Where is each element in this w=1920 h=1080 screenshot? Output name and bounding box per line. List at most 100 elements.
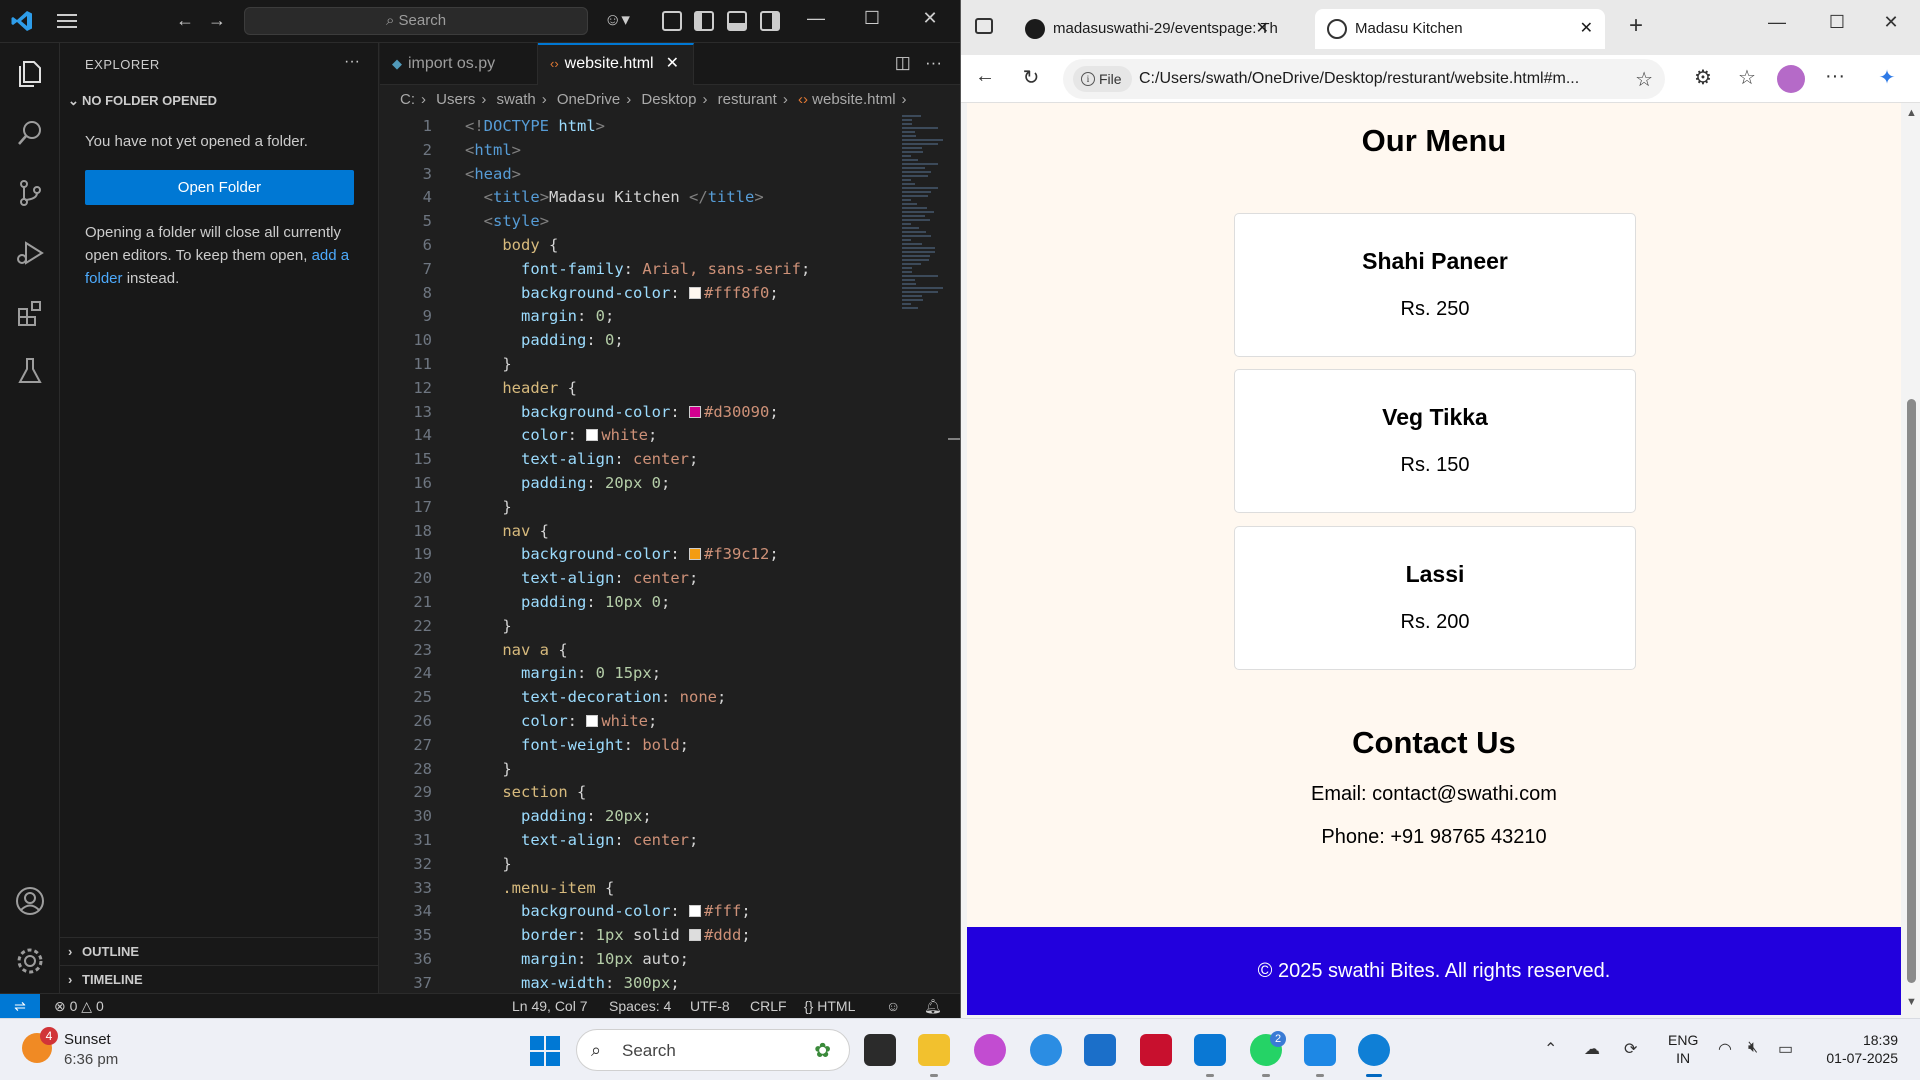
mcafee-icon[interactable]: [1140, 1034, 1172, 1066]
tab-close-icon[interactable]: ✕: [666, 55, 679, 72]
code-line[interactable]: 5 <style>: [380, 210, 900, 234]
code-line[interactable]: 7 font-family: Arial, sans-serif;: [380, 258, 900, 282]
battery-icon[interactable]: ▭: [1778, 1039, 1793, 1059]
maximize-icon[interactable]: ☐: [1825, 12, 1849, 33]
code-line[interactable]: 35 border: 1px solid #ddd;: [380, 924, 900, 948]
code-line[interactable]: 11 }: [380, 353, 900, 377]
code-line[interactable]: 16 padding: 20px 0;: [380, 472, 900, 496]
maximize-icon[interactable]: ☐: [860, 8, 884, 29]
tab-close-icon[interactable]: ✕: [1256, 9, 1269, 49]
extensions-icon[interactable]: [14, 297, 46, 329]
color-swatch[interactable]: [586, 429, 599, 442]
language-mode[interactable]: {} HTML: [804, 998, 855, 1014]
minimize-icon[interactable]: —: [1765, 12, 1789, 33]
scrollbar-thumb[interactable]: [1907, 399, 1916, 983]
copilot-icon[interactable]: ✦: [1873, 65, 1901, 90]
tab-github[interactable]: madasuswathi-29/eventspage: Th ✕: [1013, 9, 1281, 49]
customize-layout-icon[interactable]: [662, 11, 682, 31]
explorer-icon[interactable]: [14, 57, 46, 89]
toggle-secondary-sidebar-icon[interactable]: [760, 11, 780, 31]
site-info-chip[interactable]: File: [1073, 66, 1132, 92]
minimize-icon[interactable]: —: [804, 8, 828, 29]
code-line[interactable]: 29 section {: [380, 781, 900, 805]
onedrive-cloud-icon[interactable]: ☁: [1584, 1039, 1600, 1059]
code-line[interactable]: 14 color: white;: [380, 424, 900, 448]
tab-actions-icon[interactable]: [975, 18, 993, 34]
code-line[interactable]: 17 }: [380, 496, 900, 520]
code-line[interactable]: 1 <!DOCTYPE html>: [380, 115, 900, 139]
code-editor[interactable]: 1 <!DOCTYPE html> 2 <html> 3 <head> 4 <title>M…: [380, 115, 900, 991]
encoding[interactable]: UTF-8: [690, 998, 730, 1014]
open-folder-button[interactable]: Open Folder: [85, 170, 354, 205]
line-ending[interactable]: CRLF: [750, 998, 787, 1014]
code-line[interactable]: 6 body {: [380, 234, 900, 258]
code-line[interactable]: 32 }: [380, 853, 900, 877]
copilot-status-icon[interactable]: ☺: [886, 998, 900, 1014]
favorite-star-icon[interactable]: ☆: [1635, 67, 1653, 92]
indentation[interactable]: Spaces: 4: [609, 998, 671, 1014]
language-indicator[interactable]: ENG IN: [1668, 1031, 1698, 1067]
split-editor-icon[interactable]: ◫: [895, 53, 911, 72]
outline-section-header[interactable]: › OUTLINE: [68, 944, 139, 959]
code-line[interactable]: 22 }: [380, 615, 900, 639]
close-icon[interactable]: ✕: [1879, 12, 1903, 33]
notifications-bell-icon[interactable]: 🔔︎: [924, 998, 942, 1015]
breadcrumb-item[interactable]: Desktop: [641, 91, 696, 108]
no-folder-section-header[interactable]: ⌄ NO FOLDER OPENED: [68, 93, 217, 109]
more-actions-icon[interactable]: ···: [344, 53, 360, 71]
profile-avatar[interactable]: [1777, 65, 1805, 93]
code-line[interactable]: 9 margin: 0;: [380, 305, 900, 329]
favorites-icon[interactable]: ☆: [1733, 65, 1761, 90]
code-line[interactable]: 36 margin: 10px auto;: [380, 948, 900, 972]
code-line[interactable]: 27 font-weight: bold;: [380, 734, 900, 758]
toggle-primary-sidebar-icon[interactable]: [694, 11, 714, 31]
source-control-icon[interactable]: [14, 177, 46, 209]
code-line[interactable]: 10 padding: 0;: [380, 329, 900, 353]
edge-browser-icon[interactable]: [1358, 1034, 1390, 1077]
notepad-icon[interactable]: [1304, 1034, 1336, 1077]
code-line[interactable]: 19 background-color: #f39c12;: [380, 543, 900, 567]
code-line[interactable]: 15 text-align: center;: [380, 448, 900, 472]
code-line[interactable]: 34 background-color: #fff;: [380, 900, 900, 924]
sync-icon[interactable]: ⟳: [1624, 1039, 1637, 1059]
code-line[interactable]: 8 background-color: #fff8f0;: [380, 282, 900, 306]
breadcrumb-item[interactable]: website.html: [812, 91, 895, 108]
breadcrumb-item[interactable]: resturant: [718, 91, 777, 108]
code-line[interactable]: 4 <title>Madasu Kitchen </title>: [380, 186, 900, 210]
vscode-taskbar-icon[interactable]: [1194, 1034, 1226, 1077]
minimap[interactable]: [902, 115, 948, 315]
system-clock[interactable]: 18:39 01-07-2025: [1818, 1031, 1898, 1067]
breadcrumb-item[interactable]: C:: [400, 91, 415, 108]
code-line[interactable]: 37 max-width: 300px;: [380, 972, 900, 991]
forward-arrow-icon[interactable]: →: [208, 10, 226, 31]
color-swatch[interactable]: [586, 714, 599, 727]
color-swatch[interactable]: [689, 929, 701, 942]
microsoft-store-icon[interactable]: [1084, 1034, 1116, 1066]
code-line[interactable]: 18 nav {: [380, 520, 900, 544]
show-hidden-icons-chevron-icon[interactable]: ⌃: [1544, 1039, 1557, 1059]
code-line[interactable]: 26 color: white;: [380, 710, 900, 734]
breadcrumb-item[interactable]: OneDrive: [557, 91, 620, 108]
url-text[interactable]: C:/Users/swath/OneDrive/Desktop/resturan…: [1139, 59, 1629, 99]
run-debug-icon[interactable]: [14, 237, 46, 269]
settings-more-icon[interactable]: ···: [1821, 65, 1849, 88]
copilot-icon[interactable]: ☺▾: [604, 10, 630, 30]
back-arrow-icon[interactable]: ←: [971, 65, 999, 88]
command-center-search[interactable]: ⌕ Search: [244, 7, 588, 35]
code-line[interactable]: 33 .menu-item {: [380, 877, 900, 901]
address-bar[interactable]: File C:/Users/swath/OneDrive/Desktop/res…: [1063, 59, 1665, 99]
color-swatch[interactable]: [688, 405, 701, 418]
start-button[interactable]: [530, 1036, 560, 1066]
color-swatch[interactable]: [688, 905, 701, 918]
accounts-icon[interactable]: [14, 885, 46, 917]
color-swatch[interactable]: [688, 286, 701, 299]
task-view-icon[interactable]: [864, 1034, 896, 1066]
edge-dev-icon[interactable]: [1030, 1034, 1062, 1066]
breadcrumb-item[interactable]: swath: [497, 91, 536, 108]
page-scrollbar[interactable]: ▲ ▼: [1901, 103, 1920, 1015]
testing-icon[interactable]: [14, 355, 46, 387]
tab-website-html[interactable]: ‹› website.html ✕: [538, 43, 694, 85]
scroll-up-arrow-icon[interactable]: ▲: [1906, 107, 1917, 119]
refresh-icon[interactable]: ↻: [1017, 65, 1045, 90]
settings-gear-icon[interactable]: [14, 945, 46, 977]
